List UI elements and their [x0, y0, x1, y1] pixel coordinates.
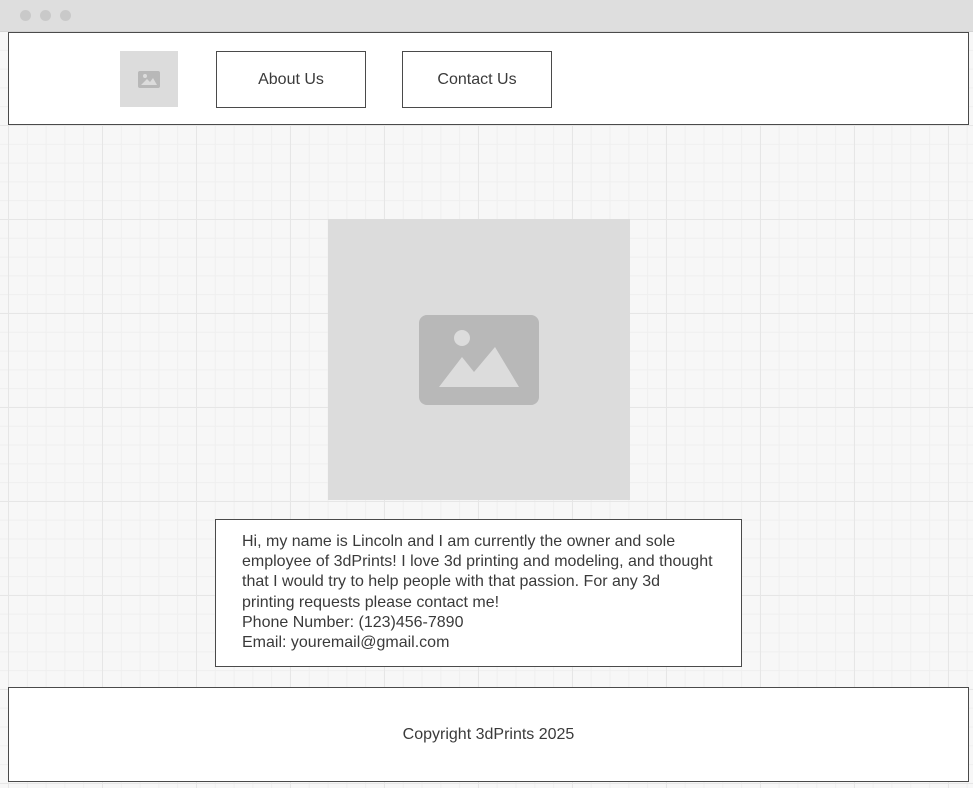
image-placeholder-icon — [419, 314, 539, 405]
nav-contact-us-button[interactable]: Contact Us — [402, 51, 552, 108]
nav-about-us-button[interactable]: About Us — [216, 51, 366, 108]
window-close-dot[interactable] — [20, 10, 31, 21]
copyright-text: Copyright 3dPrints 2025 — [402, 725, 575, 743]
phone-number-text: Phone Number: (123)456-7890 — [242, 613, 464, 631]
site-logo[interactable] — [120, 51, 178, 107]
site-footer: Copyright 3dPrints 2025 — [8, 687, 969, 782]
image-placeholder-icon — [138, 70, 160, 88]
hero-image-placeholder — [328, 219, 630, 500]
window-titlebar — [0, 0, 973, 32]
about-text-box: Hi, my name is Lincoln and I am currentl… — [215, 519, 742, 667]
site-header: About Us Contact Us — [8, 32, 969, 125]
email-text: Email: youremail@gmail.com — [242, 634, 450, 652]
window-minimize-dot[interactable] — [40, 10, 51, 21]
window-maximize-dot[interactable] — [60, 10, 71, 21]
about-paragraph: Hi, my name is Lincoln and I am currentl… — [242, 533, 713, 611]
